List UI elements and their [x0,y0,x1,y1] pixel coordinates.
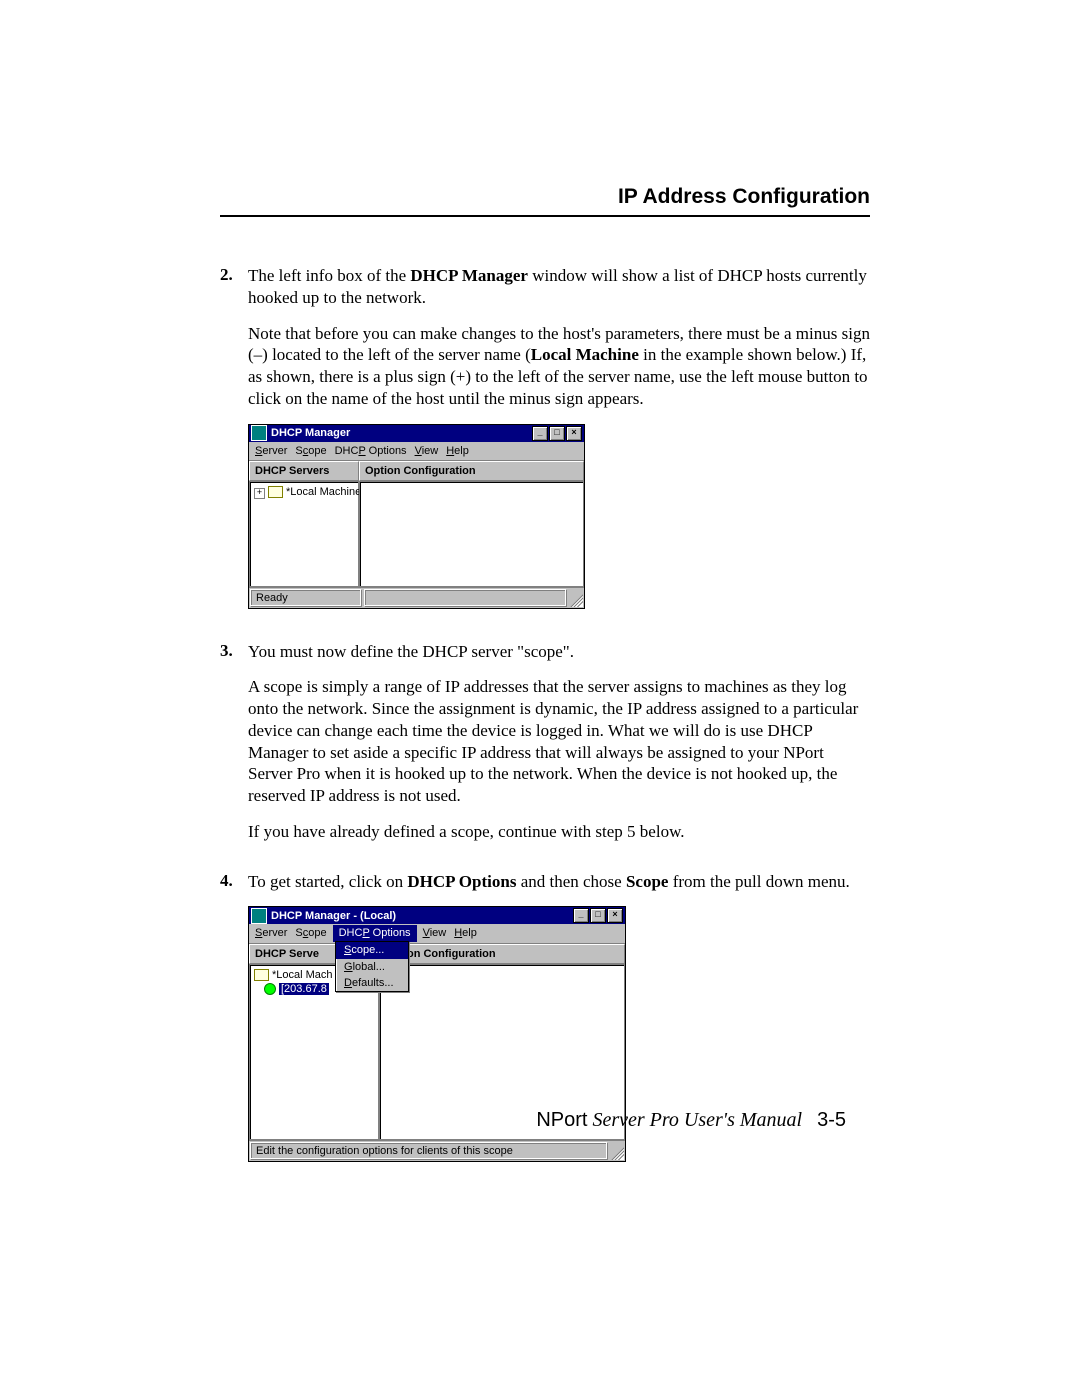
menu-dhcp-options[interactable]: DHCP Options [335,444,407,458]
step-number: 2. [220,265,248,627]
expand-plus-icon[interactable]: + [254,488,265,499]
scope-active-icon [264,983,276,995]
step-4: 4. To get started, click on DHCP Options… [220,871,870,1180]
menu-bar: Server Scope DHCP Options View Help [249,924,625,942]
resize-grip-icon[interactable] [569,589,583,607]
step-3-para-2: A scope is simply a range of IP addresse… [248,676,870,807]
page-header-title: IP Address Configuration [220,185,870,215]
maximize-button[interactable]: □ [549,426,565,441]
menu-view[interactable]: View [415,444,439,458]
right-pane-header: Option Configuration [379,944,625,964]
computer-icon [254,969,269,981]
step-3-para-3: If you have already defined a scope, con… [248,821,870,843]
figure-dhcp-manager-1: DHCP Manager _ □ × SServererver Scope DH… [248,424,585,609]
menu-server[interactable]: SServererver [255,444,287,458]
window-title: DHCP Manager [271,426,350,440]
text: and then chose [516,872,626,891]
minimize-button[interactable]: _ [532,426,548,441]
app-icon [251,908,267,924]
menu-server[interactable]: Server [255,926,287,940]
text: To get started, click on [248,872,407,891]
footer-product: NPort [536,1109,587,1131]
dropdown-item-scope[interactable]: SScope...cope... [336,942,408,958]
tree-item-label: *Local Machine* [286,486,366,498]
resize-grip-icon[interactable] [610,1142,624,1160]
footer-page-number: 3-5 [817,1109,846,1131]
tree-item-label-selected: [203.67.8 [279,983,329,995]
status-text: Edit the configuration options for clien… [250,1142,608,1160]
footer-manual: Server Pro User's Manual [592,1109,802,1131]
right-pane-header: Option Configuration [359,461,584,481]
step-number: 3. [220,641,248,857]
status-bar: Edit the configuration options for clien… [249,1140,625,1161]
right-pane[interactable] [359,481,584,587]
menu-help[interactable]: Help [446,444,469,458]
menu-view[interactable]: View [423,926,447,940]
step-3: 3. You must now define the DHCP server "… [220,641,870,857]
text-bold: DHCP Options [407,872,516,891]
text-bold: DHCP Manager [410,266,528,285]
close-button[interactable]: × [566,426,582,441]
text-bold: Scope [626,872,669,891]
tree-item-local-machine[interactable]: +*Local Machine* [254,485,354,499]
window-titlebar[interactable]: DHCP Manager - (Local) _ □ × [249,907,625,924]
minimize-button[interactable]: _ [573,908,589,923]
menu-bar: SServererver Scope DHCP Options View Hel… [249,442,584,460]
dropdown-item-global[interactable]: Global... [336,959,408,975]
maximize-button[interactable]: □ [590,908,606,923]
step-2: 2. The left info box of the DHCP Manager… [220,265,870,627]
computer-icon [268,486,283,498]
close-button[interactable]: × [607,908,623,923]
tree-item-label: *Local Mach [272,969,333,981]
step-number: 4. [220,871,248,1180]
page-footer: NPort Server Pro User's Manual 3-5 [536,1109,846,1132]
menu-help[interactable]: Help [454,926,477,940]
status-spacer [364,589,567,607]
left-pane[interactable]: +*Local Machine* [249,481,359,587]
header-rule [220,215,870,217]
step-2-para-2: Note that before you can make changes to… [248,323,870,410]
left-pane-header: DHCP Servers [249,461,359,481]
dropdown-item-defaults[interactable]: Defaults... [336,975,408,991]
text-bold: Local Machine [531,345,639,364]
step-2-para-1: The left info box of the DHCP Manager wi… [248,265,870,309]
window-titlebar[interactable]: DHCP Manager _ □ × [249,425,584,442]
text: from the pull down menu. [668,872,849,891]
step-3-para-1: You must now define the DHCP server "sco… [248,641,870,663]
window-title: DHCP Manager - (Local) [271,909,396,923]
text: The left info box of the [248,266,410,285]
menu-scope[interactable]: Scope [295,444,326,458]
menu-dhcp-options-selected[interactable]: DHCP Options [333,925,417,941]
step-4-para-1: To get started, click on DHCP Options an… [248,871,870,893]
app-icon [251,425,267,441]
status-text: Ready [250,589,362,607]
dhcp-options-dropdown: SScope...cope... Global... Defaults... [335,941,409,991]
menu-scope[interactable]: Scope [295,926,326,940]
status-bar: Ready [249,587,584,608]
